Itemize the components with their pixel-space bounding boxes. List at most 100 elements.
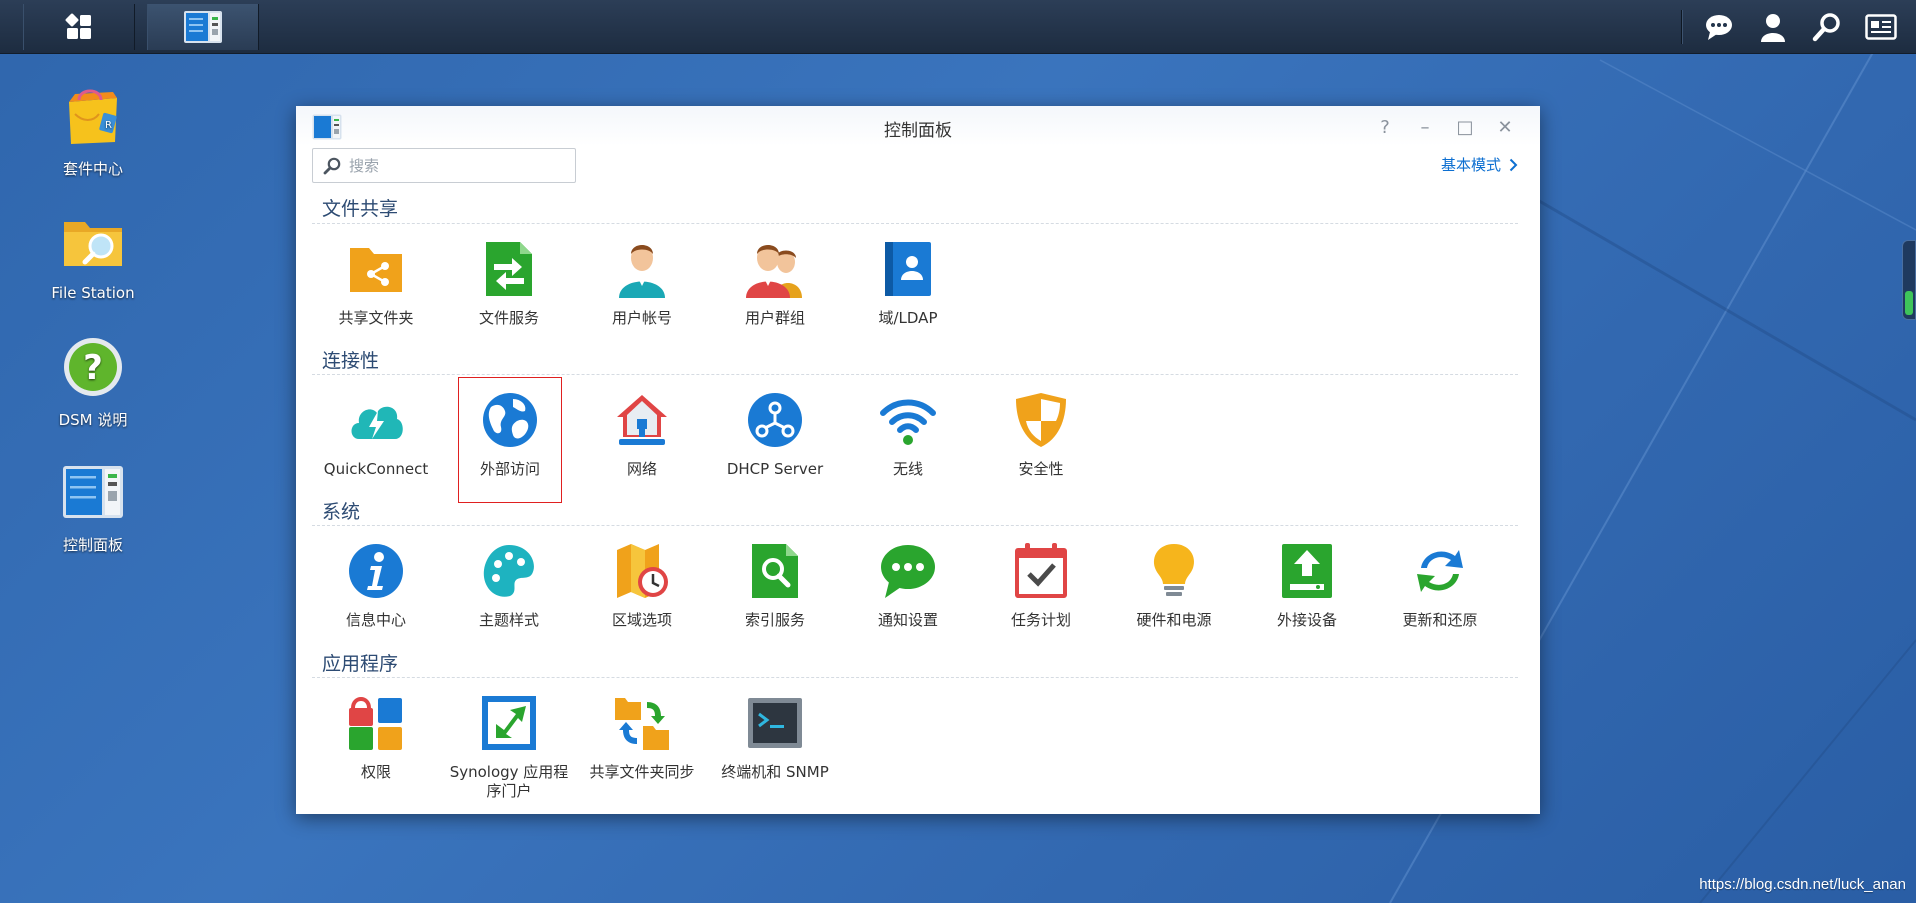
item-hardware-power[interactable]: 硬件和电源 bbox=[1108, 542, 1240, 630]
close-icon: ✕ bbox=[1497, 116, 1513, 138]
desktop-icon-package-center[interactable]: R 套件中心 bbox=[28, 84, 158, 179]
item-external-devices[interactable]: 外接设备 bbox=[1241, 542, 1373, 630]
widgets-button[interactable] bbox=[1854, 0, 1908, 53]
item-label: 索引服务 bbox=[744, 611, 805, 629]
desktop-icon-label: 套件中心 bbox=[62, 160, 123, 178]
item-label: 安全性 bbox=[1018, 460, 1064, 478]
section-title-system: 系统 bbox=[322, 501, 361, 523]
item-indexing-service[interactable]: 索引服务 bbox=[709, 542, 841, 630]
file-services-icon bbox=[486, 242, 532, 296]
basic-mode-link[interactable]: 基本模式 bbox=[1441, 154, 1518, 175]
svg-text:?: ? bbox=[83, 348, 103, 388]
desktop-icon-label: 控制面板 bbox=[62, 536, 123, 554]
close-button[interactable]: ✕ bbox=[1490, 114, 1520, 140]
item-notification[interactable]: 通知设置 bbox=[842, 542, 974, 630]
index-search-icon bbox=[752, 544, 798, 598]
user-account-icon bbox=[619, 245, 665, 298]
section-divider bbox=[312, 223, 1518, 224]
item-label: 用户帐号 bbox=[611, 309, 672, 327]
item-label: 文件服务 bbox=[478, 309, 539, 327]
taskbar-separator bbox=[1681, 9, 1682, 44]
quickconnect-cloud-icon bbox=[351, 406, 403, 439]
user-group-icon bbox=[746, 245, 802, 298]
item-label: 终端机和 SNMP bbox=[721, 763, 829, 781]
minimize-button[interactable]: – bbox=[1410, 114, 1440, 140]
item-regional-options[interactable]: 区域选项 bbox=[576, 542, 708, 630]
item-info-center[interactable]: 信息中心 bbox=[310, 542, 442, 630]
minimize-icon: – bbox=[1420, 116, 1430, 138]
widgets-icon bbox=[1865, 13, 1897, 40]
chevron-right-icon bbox=[1509, 158, 1518, 171]
item-domain-ldap[interactable]: 域/LDAP bbox=[842, 240, 974, 328]
main-menu-button[interactable] bbox=[23, 4, 135, 50]
taskbar bbox=[0, 0, 1916, 54]
desktop-icon-file-station[interactable]: File Station bbox=[28, 210, 158, 302]
calendar-check-icon bbox=[1015, 543, 1067, 598]
item-label: 外部访问 bbox=[479, 460, 540, 478]
help-icon: ? bbox=[64, 338, 122, 396]
section-title-file-sharing: 文件共享 bbox=[322, 198, 399, 220]
section-title-applications: 应用程序 bbox=[322, 653, 399, 675]
item-label: 硬件和电源 bbox=[1136, 611, 1212, 629]
search-input[interactable] bbox=[347, 155, 561, 176]
item-external-access[interactable]: 外部访问 bbox=[458, 377, 562, 503]
help-button[interactable]: ? bbox=[1370, 114, 1400, 140]
palette-icon bbox=[483, 545, 534, 597]
control-panel-icon bbox=[184, 11, 222, 43]
desktop-icon-control-panel[interactable]: 控制面板 bbox=[28, 460, 158, 555]
search-icon bbox=[1812, 12, 1840, 41]
maximize-button[interactable]: □ bbox=[1450, 114, 1480, 140]
item-network[interactable]: 网络 bbox=[576, 391, 708, 479]
control-panel-icon bbox=[63, 466, 123, 518]
item-security[interactable]: 安全性 bbox=[975, 391, 1107, 479]
item-label: 域/LDAP bbox=[878, 309, 938, 327]
map-clock-icon bbox=[617, 544, 668, 598]
section-divider bbox=[312, 525, 1518, 526]
section-title-connectivity: 连接性 bbox=[322, 350, 380, 372]
info-icon bbox=[349, 544, 403, 598]
user-options-button[interactable] bbox=[1746, 0, 1800, 53]
desktop-scroll-indicator[interactable] bbox=[1902, 240, 1916, 320]
chat-bubble-icon bbox=[1706, 14, 1732, 40]
desktop-icon-label: DSM 说明 bbox=[58, 411, 128, 429]
item-update-restore[interactable]: 更新和还原 bbox=[1374, 542, 1506, 630]
item-label: 无线 bbox=[892, 460, 923, 478]
item-quickconnect[interactable]: QuickConnect bbox=[310, 391, 442, 479]
maximize-icon: □ bbox=[1456, 116, 1474, 138]
desktop-icon-dsm-help[interactable]: ? DSM 说明 bbox=[28, 335, 158, 430]
item-label: Synology 应用程序门户 bbox=[449, 763, 569, 800]
item-label: 用户群组 bbox=[744, 309, 805, 327]
item-user-group[interactable]: 用户群组 bbox=[709, 240, 841, 328]
global-search-button[interactable] bbox=[1800, 0, 1854, 53]
svg-text:R: R bbox=[105, 120, 112, 131]
taskbar-control-panel-button[interactable] bbox=[147, 4, 259, 50]
desktop-icon-label: File Station bbox=[51, 284, 135, 302]
folder-search-icon bbox=[64, 222, 122, 266]
user-icon bbox=[1761, 13, 1785, 42]
item-application-portal[interactable]: Synology 应用程序门户 bbox=[443, 694, 575, 801]
item-shared-folder-sync[interactable]: 共享文件夹同步 bbox=[576, 694, 708, 782]
item-label: QuickConnect bbox=[323, 460, 429, 478]
item-privileges[interactable]: 权限 bbox=[310, 694, 442, 782]
folder-sync-icon bbox=[615, 698, 669, 750]
shared-folder-icon bbox=[350, 248, 402, 292]
item-label: 权限 bbox=[360, 763, 391, 781]
window-titlebar[interactable]: 控制面板 ? – □ ✕ bbox=[296, 106, 1540, 146]
item-terminal-snmp[interactable]: 终端机和 SNMP bbox=[709, 694, 841, 782]
item-shared-folder[interactable]: 共享文件夹 bbox=[310, 240, 442, 328]
item-wireless[interactable]: 无线 bbox=[842, 391, 974, 479]
item-theme[interactable]: 主题样式 bbox=[443, 542, 575, 630]
application-portal-icon bbox=[482, 696, 536, 750]
item-user-account[interactable]: 用户帐号 bbox=[576, 240, 708, 328]
item-dhcp-server[interactable]: DHCP Server bbox=[709, 391, 841, 479]
domain-ldap-icon bbox=[885, 242, 931, 296]
search-field[interactable] bbox=[312, 148, 576, 183]
network-house-icon bbox=[617, 395, 667, 445]
notifications-button[interactable] bbox=[1692, 0, 1746, 53]
item-file-services[interactable]: 文件服务 bbox=[443, 240, 575, 328]
item-label: 共享文件夹同步 bbox=[589, 763, 695, 781]
item-task-scheduler[interactable]: 任务计划 bbox=[975, 542, 1107, 630]
wifi-icon bbox=[880, 399, 936, 445]
shield-icon bbox=[1016, 393, 1066, 447]
main-menu-icon bbox=[65, 13, 91, 39]
